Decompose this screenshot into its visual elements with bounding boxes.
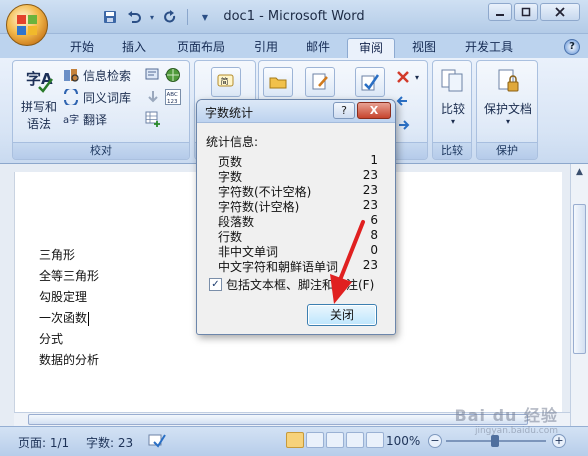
tab-view[interactable]: 视图 [402, 38, 446, 58]
thesaurus-button[interactable]: 同义词库 [63, 87, 131, 107]
tab-developer[interactable]: 开发工具 [456, 38, 522, 58]
doc-line-with-cursor[interactable]: 一次函数 [39, 309, 90, 326]
compare-documents-icon [441, 69, 463, 92]
svg-text:a字: a字 [63, 113, 79, 126]
tab-review[interactable]: 审阅 [347, 38, 395, 58]
word-count-status[interactable]: 字数: 23 [86, 434, 133, 451]
tab-mailings[interactable]: 邮件 [296, 38, 340, 58]
dialog-close-x-button[interactable]: X [357, 102, 391, 119]
outline-view-icon[interactable] [346, 432, 364, 448]
protect-group: 保护文档 ▾ 保护 [476, 60, 538, 160]
language-icon [145, 68, 159, 80]
comment-icon: 简 [217, 74, 234, 87]
doc-line[interactable]: 分式 [39, 330, 63, 347]
maximize-button[interactable] [514, 3, 538, 21]
download-arrow-icon [148, 91, 158, 103]
office-logo-icon [17, 15, 37, 35]
close-window-button[interactable] [540, 3, 580, 21]
zoom-slider-thumb[interactable] [491, 435, 499, 447]
arrow-left-icon [396, 96, 407, 106]
horizontal-scroll-thumb[interactable] [28, 414, 528, 425]
thesaurus-icon [64, 89, 78, 105]
proofing-status-icon[interactable] [148, 432, 166, 451]
proofing-group-label: 校对 [13, 142, 189, 159]
proofing-group: 字A 拼写和 语法 信息检索 同义词库 a字 翻译 ▾ ABC [12, 60, 190, 160]
stat-row: 字数 23 [218, 168, 378, 184]
lock-document-icon [498, 69, 519, 92]
globe-icon [166, 68, 180, 82]
page-count-status[interactable]: 页面: 1/1 [18, 434, 69, 451]
accept-check-icon [361, 74, 380, 91]
scroll-up-icon[interactable]: ▲ [571, 164, 588, 180]
arrow-right-icon [399, 120, 410, 130]
dialog-help-button[interactable]: ? [333, 102, 355, 119]
web-layout-view-icon[interactable] [326, 432, 344, 448]
svg-text:123: 123 [167, 99, 178, 105]
zoom-out-icon[interactable]: − [428, 434, 442, 448]
balloons-button[interactable] [305, 67, 335, 97]
text-cursor [88, 311, 90, 326]
stat-row: 字符数(不计空格) 23 [218, 183, 378, 199]
statistics-heading: 统计信息: [206, 135, 259, 149]
folder-icon [269, 77, 287, 89]
print-layout-view-icon[interactable] [286, 432, 304, 448]
red-annotation-arrow [330, 220, 365, 304]
title-bar: ▾ ▼ doc1 - Microsoft Word [0, 0, 588, 34]
dialog-title-bar: 字数统计 ? X [197, 100, 395, 123]
accept-button[interactable] [355, 67, 385, 97]
vertical-scroll-thumb[interactable] [573, 204, 586, 354]
doc-line[interactable]: 数据的分析 [39, 351, 99, 368]
dialog-title: 字数统计 [205, 106, 254, 120]
draft-view-icon[interactable] [366, 432, 384, 448]
spelling-abc-icon: 字A [26, 70, 53, 93]
help-icon[interactable]: ? [564, 39, 580, 55]
office-button[interactable] [6, 4, 48, 46]
translate-icon: a字 [63, 113, 79, 126]
compare-group: 比较 ▾ 比较 [432, 60, 472, 160]
svg-text:字A: 字A [26, 70, 53, 88]
compare-button[interactable]: 比较 ▾ [435, 67, 471, 126]
new-comment-small-button[interactable] [145, 109, 161, 129]
grid-plus-icon [145, 111, 160, 127]
zoom-in-icon[interactable]: + [552, 434, 566, 448]
minimize-button[interactable] [488, 3, 512, 21]
compare-group-label: 比较 [433, 142, 471, 159]
ribbon-tabs: 开始 插入 页面布局 引用 邮件 审阅 视图 开发工具 ? [0, 34, 588, 58]
abc-123-icon: ABC123 [165, 89, 181, 105]
doc-line[interactable]: 三角形 [39, 246, 75, 263]
next-change-button[interactable] [395, 115, 411, 135]
set-language-button[interactable] [145, 87, 161, 107]
edit-document-icon [312, 73, 328, 90]
translate-button[interactable]: a字 翻译 [63, 109, 107, 129]
protect-document-button[interactable]: 保护文档 ▾ [479, 67, 537, 126]
view-buttons [286, 432, 384, 448]
previous-change-button[interactable] [395, 91, 411, 111]
new-comment-button[interactable]: 简 [211, 67, 241, 97]
tab-page-layout[interactable]: 页面布局 [168, 38, 234, 58]
vertical-scrollbar[interactable]: ▲ [570, 164, 588, 426]
svg-text:ABC: ABC [167, 92, 178, 98]
tab-insert[interactable]: 插入 [112, 38, 156, 58]
doc-line[interactable]: 勾股定理 [39, 288, 87, 305]
research-books-icon [64, 69, 79, 82]
tab-home[interactable]: 开始 [60, 38, 104, 58]
word-count-button[interactable]: ABC 123 [165, 87, 181, 107]
translate-screentip-button[interactable] [165, 65, 181, 85]
full-screen-view-icon[interactable] [306, 432, 324, 448]
include-textboxes-checkbox[interactable]: ✓ [209, 278, 222, 291]
zoom-level[interactable]: 100% [386, 434, 420, 448]
research-button[interactable]: 信息检索 [63, 65, 131, 85]
baidu-watermark: Bai du 经验 jingyan.baidu.com [454, 406, 558, 436]
doc-line[interactable]: 全等三角形 [39, 267, 99, 284]
reject-button[interactable]: ▾ [395, 67, 419, 87]
window-controls [488, 3, 580, 21]
protect-group-label: 保护 [477, 142, 537, 159]
reject-x-icon [397, 71, 409, 83]
stat-row: 页数 1 [218, 153, 378, 169]
tab-references[interactable]: 引用 [244, 38, 288, 58]
stat-row: 字符数(计空格) 23 [218, 198, 378, 214]
svg-text:简: 简 [221, 76, 229, 86]
spelling-grammar-button[interactable]: 字A 拼写和 语法 [17, 65, 61, 132]
track-changes-button[interactable] [263, 67, 293, 97]
